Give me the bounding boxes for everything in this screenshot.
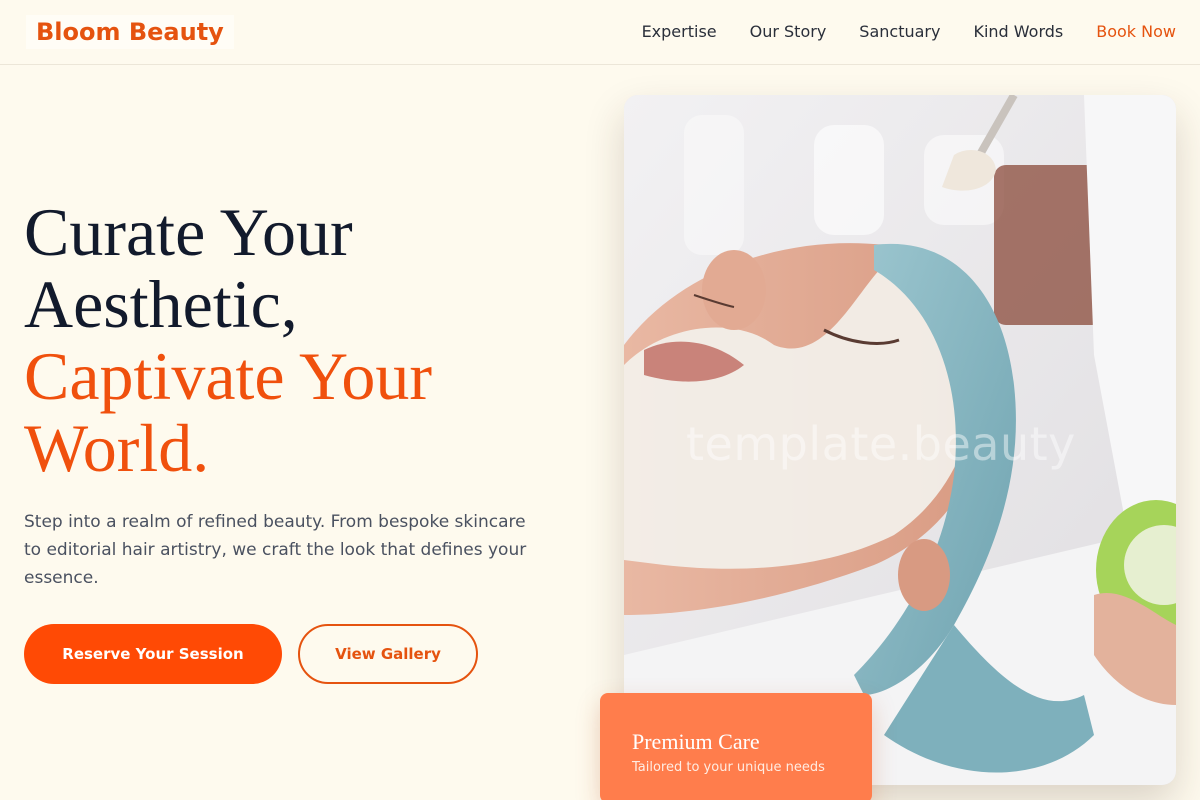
premium-care-badge: Premium Care Tailored to your unique nee… <box>600 693 872 800</box>
headline-accent-line-2: World. <box>24 410 210 486</box>
headline-line-1: Curate Your <box>24 194 353 270</box>
nav-item-book-now[interactable]: Book Now <box>1096 21 1176 43</box>
hero-lead-text: Step into a realm of refined beauty. Fro… <box>24 512 527 588</box>
nav-item-our-story[interactable]: Our Story <box>750 21 827 43</box>
site-header: Bloom Beauty Expertise Our Story Sanctua… <box>0 0 1200 65</box>
brand-logo[interactable]: Bloom Beauty <box>26 15 234 49</box>
hero-photo: template.beauty <box>624 95 1176 785</box>
badge-subtitle: Tailored to your unique needs <box>632 760 825 775</box>
reserve-session-button[interactable]: Reserve Your Session <box>24 624 282 684</box>
badge-title: Premium Care <box>632 729 760 754</box>
headline-line-2: Aesthetic, <box>24 266 298 342</box>
nav-item-sanctuary[interactable]: Sanctuary <box>859 21 940 43</box>
photo-watermark: template.beauty <box>686 417 1076 471</box>
nav-item-kind-words[interactable]: Kind Words <box>973 21 1063 43</box>
nav-item-expertise[interactable]: Expertise <box>642 21 717 43</box>
hero-headline: Curate Your Aesthetic, Captivate Your Wo… <box>24 196 584 484</box>
view-gallery-button[interactable]: View Gallery <box>298 624 478 684</box>
main-nav: Expertise Our Story Sanctuary Kind Words… <box>609 21 1176 43</box>
headline-accent-line-1: Captivate Your <box>24 338 432 414</box>
